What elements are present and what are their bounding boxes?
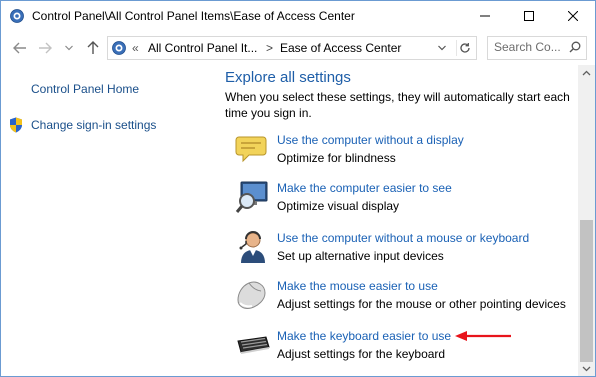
address-dropdown[interactable] [436, 42, 448, 54]
close-icon [568, 11, 578, 21]
magnifier-monitor-icon [235, 181, 268, 213]
left-pane: Control Panel Home Change sign-in settin… [1, 65, 201, 376]
navigation-bar: « All Control Panel It... > Ease of Acce… [1, 32, 595, 64]
arrow-up-icon [87, 41, 99, 54]
forward-button[interactable] [37, 40, 53, 56]
shield-icon [10, 117, 22, 133]
red-arrow-icon [455, 331, 511, 341]
control-panel-icon [112, 41, 126, 55]
change-sign-in-settings-link[interactable]: Change sign-in settings [31, 118, 156, 132]
scrollbar-thumb[interactable] [580, 220, 593, 362]
maximize-icon [524, 11, 534, 21]
back-button[interactable] [12, 40, 28, 56]
close-button[interactable] [551, 1, 595, 31]
address-bar[interactable]: « All Control Panel It... > Ease of Acce… [107, 36, 477, 60]
page-heading: Explore all settings [225, 69, 351, 86]
chevron-down-icon [438, 45, 446, 51]
search-icon[interactable] [569, 41, 581, 53]
setting-item-keyboard: Make the keyboard easier to use Adjust s… [225, 327, 577, 371]
setting-item-easier-to-see: Make the computer easier to see Optimize… [225, 179, 577, 223]
refresh-button[interactable] [456, 40, 473, 56]
refresh-icon [460, 43, 470, 53]
minimize-icon [480, 15, 490, 17]
up-button[interactable] [85, 40, 101, 56]
maximize-button[interactable] [507, 1, 551, 31]
breadcrumb-separator[interactable]: > [266, 41, 273, 55]
vertical-scrollbar[interactable] [578, 65, 595, 376]
make-keyboard-easier-link[interactable]: Make the keyboard easier to use [277, 329, 451, 343]
minimize-button[interactable] [463, 1, 507, 31]
speech-bubble-icon [235, 136, 267, 163]
make-easier-to-see-link[interactable]: Make the computer easier to see [277, 181, 452, 195]
title-bar[interactable]: Control Panel\All Control Panel Items\Ea… [1, 1, 595, 31]
mouse-icon [237, 281, 266, 309]
setting-description: Adjust settings for the mouse or other p… [277, 297, 566, 311]
person-headset-icon [239, 231, 265, 263]
control-panel-home-link[interactable]: Control Panel Home [31, 82, 139, 96]
search-input[interactable] [488, 37, 566, 57]
control-panel-icon [10, 9, 24, 23]
arrow-right-icon [39, 42, 52, 54]
recent-locations-button[interactable] [61, 40, 77, 56]
page-description: When you select these settings, they wil… [225, 90, 570, 120]
breadcrumb-ease-of-access[interactable]: Ease of Access Center [280, 41, 401, 55]
search-box[interactable] [487, 36, 587, 60]
main-content: Explore all settings When you select the… [211, 65, 577, 376]
keyboard-icon [237, 336, 270, 354]
ease-of-access-window: Control Panel\All Control Panel Items\Ea… [0, 0, 596, 377]
window-title: Control Panel\All Control Panel Items\Ea… [32, 9, 355, 23]
setting-description: Set up alternative input devices [277, 249, 444, 263]
setting-item-no-display: Use the computer without a display Optim… [225, 131, 577, 175]
chevron-down-icon [65, 45, 73, 51]
make-mouse-easier-link[interactable]: Make the mouse easier to use [277, 279, 438, 293]
setting-item-no-mouse-keyboard: Use the computer without a mouse or keyb… [225, 229, 577, 273]
breadcrumb-overflow[interactable]: « [132, 41, 139, 55]
setting-description: Optimize visual display [277, 199, 400, 213]
setting-description: Adjust settings for the keyboard [277, 347, 446, 361]
breadcrumb-all-items[interactable]: All Control Panel It... [148, 41, 257, 55]
scroll-down-icon[interactable] [582, 364, 591, 373]
use-without-mouse-keyboard-link[interactable]: Use the computer without a mouse or keyb… [277, 231, 529, 245]
use-without-display-link[interactable]: Use the computer without a display [277, 133, 464, 147]
scroll-up-icon[interactable] [582, 69, 591, 78]
setting-description: Optimize for blindness [277, 151, 396, 165]
arrow-left-icon [13, 42, 26, 54]
setting-item-mouse: Make the mouse easier to use Adjust sett… [225, 277, 577, 321]
